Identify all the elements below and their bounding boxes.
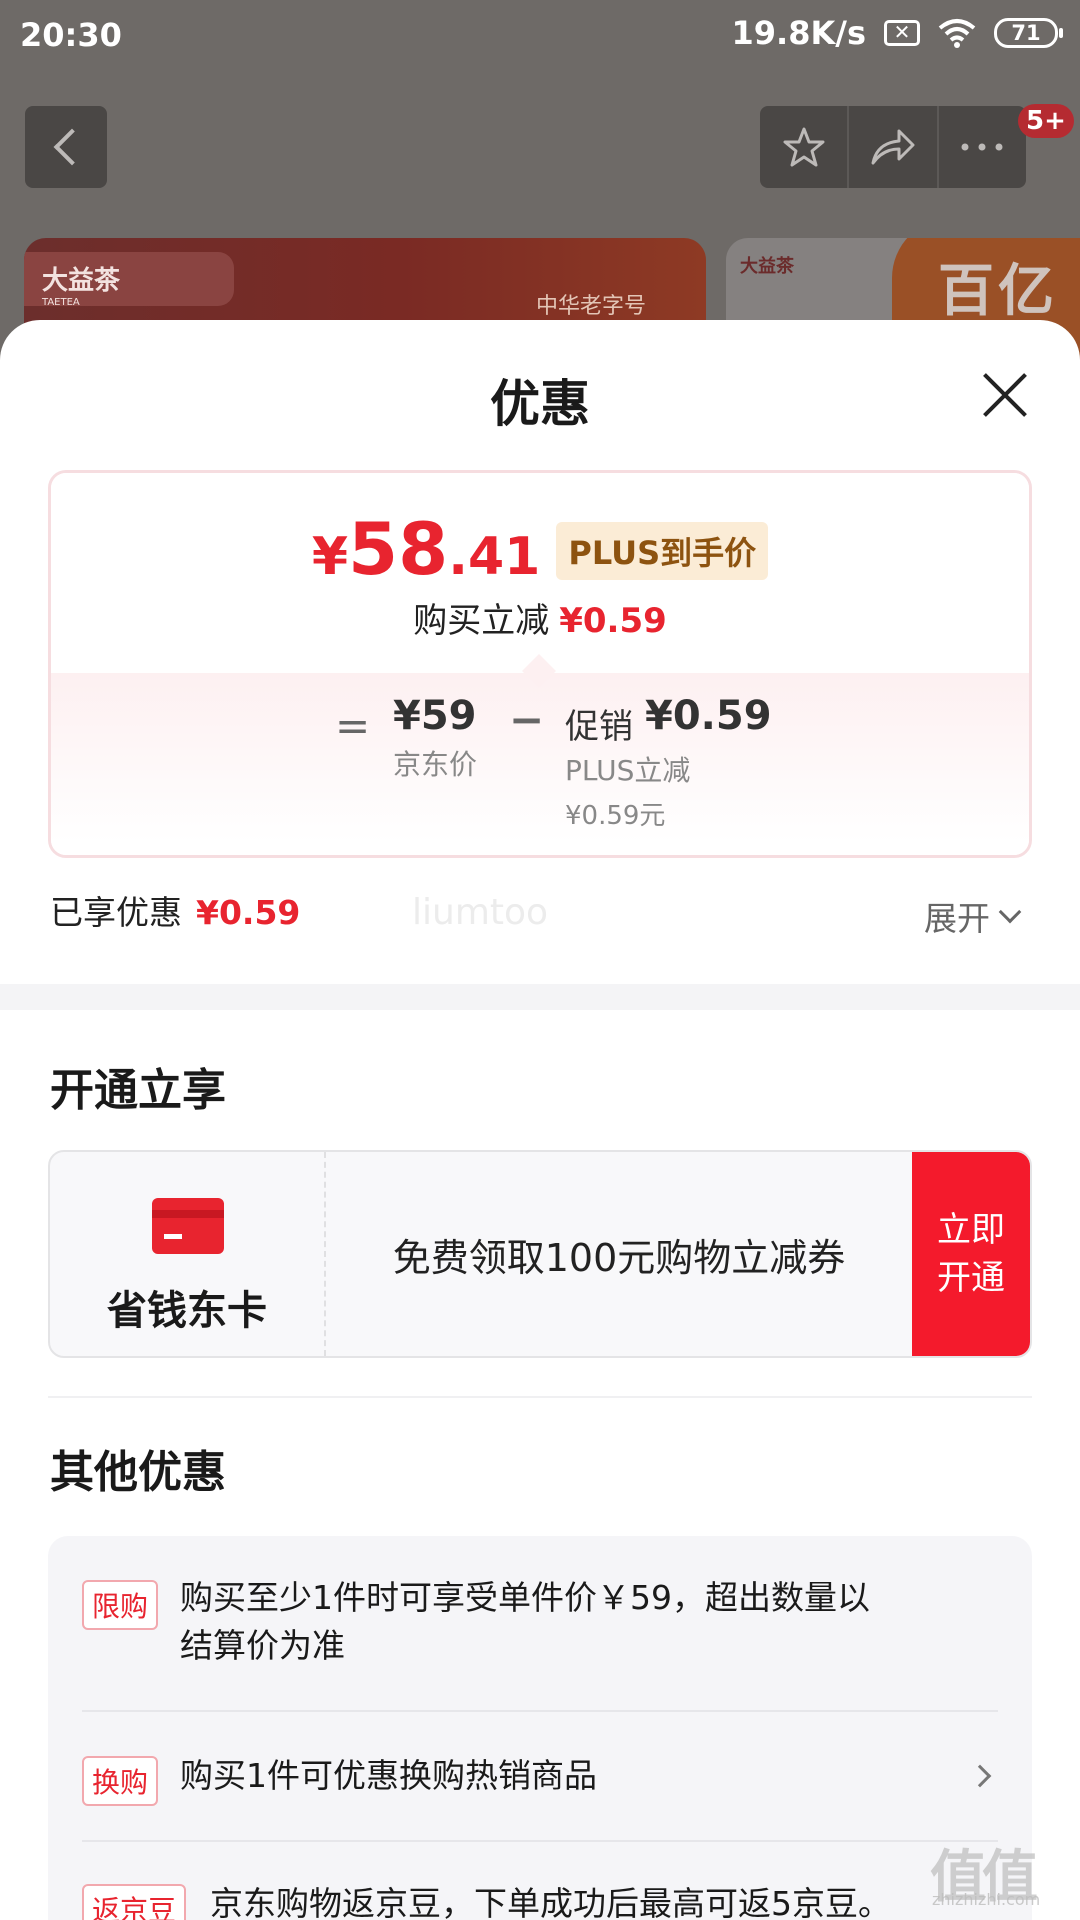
offer-tag: 返京豆 [82, 1884, 187, 1920]
plus-discount-label: PLUS立减 [565, 754, 691, 787]
price-decimal: .41 [448, 527, 541, 587]
final-price: ¥ 58 .41 PLUS到手价 [51, 507, 1029, 591]
heritage-brand-tag: 中华老字号 [536, 294, 647, 319]
promo-label: 促销 [565, 707, 633, 747]
close-icon[interactable] [980, 370, 1030, 420]
offer-row-exchange[interactable]: 换购 购买1件可优惠换购热销商品 [82, 1752, 998, 1806]
offer-row-beans: 返京豆 京东购物返京豆，下单成功后最高可返5京豆。 [82, 1880, 998, 1920]
card-badge: 省钱东卡 [50, 1152, 326, 1356]
top-action-group [760, 106, 1026, 188]
price-currency: ¥ [311, 527, 349, 587]
open-section-title: 开通立享 [50, 1065, 226, 1116]
purchase-discount-line: 购买立减 ¥0.59 [51, 593, 1029, 642]
jd-price: ¥59 [393, 693, 477, 739]
membership-card-offer[interactable]: 省钱东卡 免费领取100元购物立减券 立即开通 [48, 1150, 1032, 1358]
purchase-discount-label: 购买立减 [413, 601, 550, 641]
price-breakdown-card: ¥ 58 .41 PLUS到手价 购买立减 ¥0.59 = ¥59 京东价 − 促… [48, 470, 1032, 858]
offer-text: 购买至少1件时可享受单件价￥59，超出数量以 [180, 1578, 870, 1617]
brand-logo-sub: TAETEA [42, 297, 80, 308]
credit-card-icon [152, 1198, 224, 1254]
price-formula: = ¥59 京东价 − 促销 ¥0.59 PLUS立减 ¥0.59元 [51, 673, 1029, 855]
battery-icon: 71 [994, 18, 1063, 48]
expand-button[interactable]: 展开 [924, 892, 1022, 940]
brand-logo-text: 大益茶 [42, 266, 121, 296]
plus-price-tag: PLUS到手价 [556, 522, 769, 580]
offer-row-limit: 限购 购买至少1件时可享受单件价￥59，超出数量以 结算价为准 [82, 1574, 998, 1674]
other-offers-list: 限购 购买至少1件时可享受单件价￥59，超出数量以 结算价为准 换购 购买1件可… [48, 1536, 1032, 1920]
price-integer: 58 [348, 507, 449, 591]
network-speed: 19.8K/s [731, 14, 866, 52]
enjoyed-discount-amount: ¥0.59 [196, 893, 301, 932]
status-time: 20:30 [20, 16, 122, 54]
chevron-down-icon [998, 900, 1022, 924]
plus-discount-amount: ¥0.59元 [565, 801, 666, 831]
wifi-icon [938, 19, 976, 48]
status-indicators: 19.8K/s ✕ 71 [731, 14, 1063, 52]
user-watermark: liumtoo [412, 892, 549, 933]
discount-sheet: 优惠 ¥ 58 .41 PLUS到手价 购买立减 ¥0.59 = ¥59 京东价 … [0, 320, 1080, 1920]
card-label: 省钱东卡 [107, 1288, 267, 1334]
offer-tag: 限购 [82, 1580, 159, 1630]
offer-divider [82, 1710, 998, 1712]
open-now-button[interactable]: 立即开通 [912, 1152, 1030, 1356]
final-price-area: ¥ 58 .41 PLUS到手价 购买立减 ¥0.59 [51, 473, 1029, 673]
message-badge: 5+ [1018, 104, 1074, 138]
share-icon[interactable] [847, 106, 936, 188]
enjoyed-discount: 已享优惠 ¥0.59 [50, 886, 300, 934]
offer-divider [82, 1840, 998, 1842]
purchase-discount-amount: ¥0.59 [559, 601, 667, 641]
offer-text: 京东购物返京豆，下单成功后最高可返5京豆。 [210, 1884, 891, 1920]
card-offer-description: 免费领取100元购物立减券 [392, 1235, 846, 1280]
favorite-star-icon[interactable] [760, 106, 847, 188]
status-bar: 20:30 19.8K/s ✕ 71 [0, 0, 1080, 72]
promo-brand-logo: 大益茶 [740, 256, 794, 277]
back-button[interactable] [25, 106, 107, 188]
brand-logo: 大益茶 TAETEA [24, 252, 234, 308]
minus-sign: − [509, 695, 545, 744]
chevron-right-icon [968, 1764, 992, 1788]
jd-price-label: 京东价 [393, 748, 478, 781]
sim-x-icon: ✕ [884, 20, 920, 46]
promo-banner-text: 百亿 [938, 259, 1058, 324]
expand-label: 展开 [924, 899, 990, 938]
equals-sign: = [335, 701, 371, 750]
promo-amount: ¥0.59 [645, 693, 772, 739]
offer-tag: 换购 [82, 1756, 159, 1806]
site-watermark-url: zhizhizhi.com [932, 1890, 1041, 1909]
offer-text-continued: 结算价为准 [180, 1626, 345, 1665]
offer-text: 购买1件可优惠换购热销商品 [180, 1756, 597, 1795]
other-offers-title: 其他优惠 [50, 1447, 226, 1498]
sheet-title: 优惠 [490, 375, 590, 433]
more-icon[interactable] [936, 106, 1026, 188]
enjoyed-discount-label: 已享优惠 [50, 893, 182, 932]
section-divider-line [48, 1396, 1032, 1398]
section-divider [0, 984, 1080, 1010]
